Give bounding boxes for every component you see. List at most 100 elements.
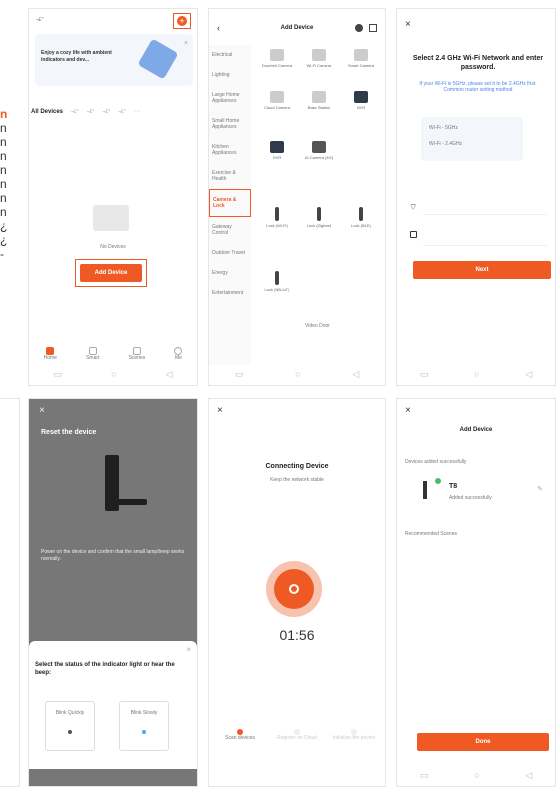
smart-tab-icon[interactable] bbox=[88, 347, 97, 355]
lock-tile[interactable]: Lock (NB-IoT) bbox=[257, 271, 297, 305]
cropped-panel bbox=[0, 398, 20, 787]
tab-all-devices[interactable]: All Devices bbox=[31, 109, 63, 115]
wifi-title: Select 2.4 GHz Wi-Fi Network and enter p… bbox=[412, 55, 544, 71]
lock-tile[interactable]: Lock (BLE) bbox=[341, 207, 381, 241]
close-icon[interactable]: × bbox=[405, 405, 411, 416]
indicator-dot bbox=[142, 730, 146, 734]
fragment-line: - bbox=[0, 247, 4, 261]
sidebar-item[interactable]: Kitchen Appliances bbox=[209, 137, 251, 163]
device-added-panel: × Add Device Devices added successfully … bbox=[396, 398, 556, 787]
device-tile[interactable]: NVR bbox=[341, 91, 381, 125]
lock-tile[interactable]: Lock (Wi-Fi) bbox=[257, 207, 297, 241]
sheet-close-icon[interactable]: × bbox=[186, 645, 191, 654]
device-tile[interactable]: Wi-Fi Camera bbox=[299, 49, 339, 83]
back-icon[interactable]: ◁ bbox=[166, 369, 173, 380]
device-tile[interactable]: Cloud Camera bbox=[257, 91, 297, 125]
tab-room[interactable]: ¬£° bbox=[118, 109, 126, 115]
fragment-line: n bbox=[0, 191, 7, 205]
close-icon[interactable]: × bbox=[39, 405, 45, 416]
recent-apps-icon[interactable]: ▭ bbox=[420, 770, 429, 781]
add-icon[interactable]: + bbox=[173, 13, 191, 29]
sidebar-item[interactable]: Outdoor Travel bbox=[209, 243, 251, 263]
me-tab-icon[interactable] bbox=[174, 347, 183, 355]
device-tile[interactable]: AI Camera (4G) bbox=[299, 141, 339, 175]
sidebar-item[interactable]: Exercise & Health bbox=[209, 163, 251, 189]
wifi-setup-panel: × Select 2.4 GHz Wi-Fi Network and enter… bbox=[396, 8, 556, 386]
home-button-icon[interactable]: ○ bbox=[474, 770, 479, 780]
recent-apps-icon[interactable]: ▭ bbox=[420, 369, 429, 380]
promo-banner[interactable]: Enjoy a cozy life with ambient indicator… bbox=[35, 34, 193, 86]
section-header: Devices added successfully bbox=[405, 459, 467, 465]
left-text-fragment: n n n n n n n n ¿ ¿ - bbox=[0, 107, 22, 347]
android-nav-bar: ▭ ○ ◁ bbox=[397, 764, 555, 786]
status-sheet: × Select the status of the indicator lig… bbox=[29, 641, 197, 769]
wifi-field-underline bbox=[423, 214, 547, 215]
sidebar-item[interactable]: Entertainment bbox=[209, 283, 251, 303]
scenes-tab-label: Scenes bbox=[128, 355, 146, 361]
fragment-line: n bbox=[0, 163, 7, 177]
connecting-subtitle: Keep the network stable bbox=[270, 477, 324, 483]
promo-close-icon[interactable]: × bbox=[184, 40, 188, 47]
wifi-row-5g: Wi-Fi - 5GHz bbox=[429, 125, 458, 131]
tab-room[interactable]: ¬£° bbox=[71, 109, 79, 115]
edit-pencil-icon[interactable]: ✎ bbox=[537, 485, 543, 493]
done-button[interactable]: Done bbox=[417, 733, 549, 751]
sidebar-item[interactable]: Small Home Appliances bbox=[209, 111, 251, 137]
add-device-button[interactable]: Add Device bbox=[80, 264, 142, 282]
connecting-title: Connecting Device bbox=[265, 463, 329, 470]
back-icon[interactable]: ◁ bbox=[525, 770, 532, 781]
blink-quickly-option[interactable]: Blink Quickly bbox=[45, 701, 95, 751]
device-tile[interactable]: Doorbell Camera bbox=[257, 49, 297, 83]
qr-scan-icon[interactable] bbox=[369, 24, 377, 32]
lock-tile[interactable]: Lock (Zigbee) bbox=[299, 207, 339, 241]
sidebar-item[interactable]: Energy bbox=[209, 263, 251, 283]
status-prompt: Select the status of the indicator light… bbox=[35, 662, 175, 676]
home-tab-icon[interactable] bbox=[46, 347, 55, 355]
success-dot bbox=[435, 478, 441, 484]
wifi-name-input[interactable] bbox=[423, 197, 547, 213]
device-tabs: All Devices ¬£° ¬£° ¬£° ¬£° ··· bbox=[31, 108, 197, 115]
tab-room[interactable]: ¬£° bbox=[102, 109, 110, 115]
recent-apps-icon[interactable]: ▭ bbox=[235, 369, 244, 380]
home-button-icon[interactable]: ○ bbox=[474, 369, 479, 379]
category-sidebar: Electrical Lighting Large Home Appliance… bbox=[209, 45, 251, 365]
lock-device-icon bbox=[423, 481, 427, 499]
close-icon[interactable]: × bbox=[405, 19, 411, 30]
close-icon[interactable]: × bbox=[217, 405, 223, 416]
fragment-line: ¿ bbox=[0, 233, 8, 247]
home-button-icon[interactable]: ○ bbox=[295, 369, 300, 379]
home-button-icon[interactable]: ○ bbox=[111, 369, 116, 379]
sidebar-item[interactable]: Lighting bbox=[209, 65, 251, 85]
fragment-line: ¿ bbox=[0, 219, 8, 233]
option-label: Blink Slowly bbox=[130, 710, 158, 716]
smart-tab-label: Smart bbox=[86, 355, 100, 361]
home-selector[interactable]: ¬£° bbox=[36, 17, 44, 23]
reset-desc: Power on the device and confirm that the… bbox=[41, 549, 185, 562]
device-tile[interactable]: Smart Camera bbox=[341, 49, 381, 83]
sidebar-item[interactable]: Electrical bbox=[209, 45, 251, 65]
tab-room[interactable]: ¬£° bbox=[87, 109, 95, 115]
sidebar-item[interactable]: Large Home Appliances bbox=[209, 85, 251, 111]
device-card[interactable]: T8 Added successfully ✎ bbox=[405, 471, 547, 517]
back-icon[interactable]: ◁ bbox=[352, 369, 359, 380]
android-nav-bar: ▭ ○ ◁ bbox=[397, 363, 555, 385]
device-tile[interactable]: DVR bbox=[257, 141, 297, 175]
scenes-tab-icon[interactable] bbox=[132, 347, 141, 355]
more-icon[interactable]: ··· bbox=[134, 108, 141, 115]
fragment-line: n bbox=[0, 177, 7, 191]
back-icon[interactable]: ◁ bbox=[525, 369, 532, 380]
progress-steps: Scan devices Register on Cloud Initializ… bbox=[217, 729, 377, 741]
blink-slowly-option[interactable]: Blink Slowly bbox=[119, 701, 169, 751]
step-label: Register on Cloud bbox=[276, 735, 318, 741]
android-nav-bar: ▭ ○ ◁ bbox=[209, 363, 385, 385]
search-icon bbox=[289, 584, 299, 594]
sidebar-item-camera-lock[interactable]: Camera & Lock bbox=[209, 189, 251, 217]
scan-icon[interactable] bbox=[355, 24, 363, 32]
password-input[interactable] bbox=[423, 227, 547, 243]
device-tile[interactable]: Base Station bbox=[299, 91, 339, 125]
wifi-row-24g: Wi-Fi - 2.4GHz bbox=[429, 141, 463, 147]
recent-apps-icon[interactable]: ▭ bbox=[54, 369, 63, 380]
sidebar-item[interactable]: Gateway Control bbox=[209, 217, 251, 243]
next-button[interactable]: Next bbox=[413, 261, 551, 279]
me-tab-label: Me bbox=[174, 355, 182, 361]
